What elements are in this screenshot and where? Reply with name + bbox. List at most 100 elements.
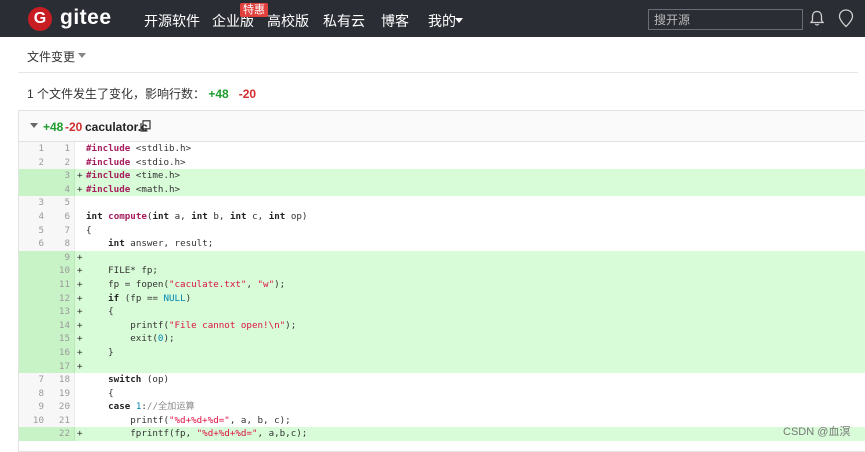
- nav-mine[interactable]: 我的: [428, 11, 456, 31]
- old-line-number[interactable]: [19, 292, 44, 306]
- new-line-number[interactable]: 22: [48, 427, 70, 441]
- code-text: int answer, result;: [108, 238, 214, 250]
- old-line-number[interactable]: 1: [19, 142, 44, 156]
- old-line-number[interactable]: [19, 360, 44, 374]
- added-marker: +: [77, 306, 83, 318]
- old-line-number[interactable]: [19, 319, 44, 333]
- code-text: FILE* fp;: [86, 265, 158, 277]
- new-line-number[interactable]: 8: [48, 237, 70, 251]
- diff-toolbar: 文件变更: [18, 38, 858, 73]
- old-line-number[interactable]: 9: [19, 400, 44, 414]
- old-line-number[interactable]: [19, 427, 44, 441]
- old-line-number[interactable]: [19, 332, 44, 346]
- diff-line-added: 16 + }: [19, 345, 865, 360]
- diff-line-added: 14 + printf("File cannot open!\n");: [19, 318, 865, 333]
- old-line-number[interactable]: 8: [19, 387, 44, 401]
- old-line-number[interactable]: [19, 183, 44, 197]
- diff-line-added: 12 + if (fp == NULL): [19, 291, 865, 306]
- added-marker: +: [77, 346, 83, 358]
- new-line-number[interactable]: 13: [48, 305, 70, 319]
- code-text: printf("%d+%d+%d=", a, b, c);: [86, 414, 291, 426]
- nav-open-source[interactable]: 开源软件: [144, 11, 200, 31]
- collapse-caret-icon[interactable]: [30, 123, 38, 128]
- new-line-number[interactable]: 19: [48, 387, 70, 401]
- new-line-number[interactable]: 6: [48, 210, 70, 224]
- new-line-number[interactable]: 3: [48, 169, 70, 183]
- file-removed-count: -20: [65, 120, 83, 134]
- new-line-number[interactable]: 14: [48, 319, 70, 333]
- code-text: fprintf(fp, "%d+%d+%d=", a,b,c);: [86, 428, 308, 440]
- new-line-number[interactable]: 10: [48, 264, 70, 278]
- location-pin-icon[interactable]: [838, 9, 854, 28]
- new-line-number[interactable]: 1: [48, 142, 70, 156]
- new-line-number[interactable]: 11: [48, 278, 70, 292]
- nav-blog[interactable]: 博客: [381, 11, 409, 31]
- file-changes-dropdown[interactable]: 文件变更: [27, 48, 75, 65]
- added-marker: +: [77, 265, 83, 277]
- diff-line-added: 10 + FILE* fp;: [19, 264, 865, 278]
- new-line-number[interactable]: 16: [48, 346, 70, 360]
- new-line-number[interactable]: 15: [48, 332, 70, 346]
- diff-line-context: 5 7 {: [19, 223, 865, 238]
- caret-down-icon[interactable]: [78, 53, 86, 58]
- new-line-number[interactable]: 21: [48, 414, 70, 428]
- code-text: fp = fopen("caculate.txt", "w");: [86, 278, 286, 290]
- old-line-number[interactable]: [19, 346, 44, 360]
- top-navbar: G gitee 开源软件 企业版 特惠 高校版 私有云 博客 我的: [0, 0, 865, 37]
- old-line-number[interactable]: 3: [19, 196, 44, 210]
- search-input[interactable]: [648, 9, 803, 30]
- watermark: CSDN @血溟: [783, 426, 851, 438]
- nav-private-cloud[interactable]: 私有云: [323, 11, 365, 31]
- added-marker: +: [77, 251, 83, 263]
- code-text: {: [86, 387, 114, 399]
- old-line-number[interactable]: 7: [19, 373, 44, 387]
- diff-line-added: 15 + exit(0);: [19, 332, 865, 346]
- new-line-number[interactable]: 7: [48, 224, 70, 238]
- added-marker: +: [77, 319, 83, 331]
- bell-icon[interactable]: [809, 10, 825, 27]
- file-added-count: +48: [43, 120, 64, 134]
- old-line-number[interactable]: [19, 305, 44, 319]
- diff-line-context: 4 6 int compute(int a, int b, int c, int o…: [19, 209, 865, 224]
- old-line-number[interactable]: [19, 264, 44, 278]
- new-line-number[interactable]: 9: [48, 251, 70, 265]
- new-line-number[interactable]: 18: [48, 373, 70, 387]
- old-line-number[interactable]: 10: [19, 414, 44, 428]
- new-line-number[interactable]: 12: [48, 292, 70, 306]
- diff-line-context: 8 19 {: [19, 386, 865, 401]
- summary-text: 1 个文件发生了变化，影响行数：: [27, 87, 206, 101]
- diff-summary: 1 个文件发生了变化，影响行数： +48 -20: [27, 85, 256, 102]
- summary-removed: -20: [238, 87, 257, 101]
- file-diff: +48 -20 caculator.c 1 1 #include <stdlib.h…: [18, 110, 865, 452]
- new-line-number[interactable]: 4: [48, 183, 70, 197]
- code-text: #include <math.h>: [86, 183, 181, 195]
- gitee-logo-icon[interactable]: G: [28, 7, 52, 31]
- diff-line-added: 9 +: [19, 250, 865, 265]
- new-line-number[interactable]: 17: [48, 360, 70, 374]
- file-name[interactable]: caculator.c: [85, 120, 148, 134]
- diff-line-context: 2 2 #include <stdio.h>: [19, 155, 865, 170]
- brand-name[interactable]: gitee: [60, 6, 112, 30]
- code-text: switch (op): [108, 374, 170, 386]
- added-marker: +: [77, 278, 83, 290]
- old-line-number[interactable]: [19, 251, 44, 265]
- summary-added: +48: [208, 87, 229, 101]
- diff-line-context: 1 1 #include <stdlib.h>: [19, 142, 865, 156]
- old-line-number[interactable]: 4: [19, 210, 44, 224]
- code-text: exit(0);: [86, 333, 175, 345]
- new-line-number[interactable]: 2: [48, 156, 70, 170]
- old-line-number[interactable]: [19, 169, 44, 183]
- new-line-number[interactable]: 5: [48, 196, 70, 210]
- old-line-number[interactable]: 6: [19, 237, 44, 251]
- nav-university[interactable]: 高校版: [267, 11, 309, 31]
- copy-icon[interactable]: [140, 120, 151, 132]
- file-diff-header[interactable]: +48 -20 caculator.c: [19, 111, 865, 142]
- old-line-number[interactable]: 5: [19, 224, 44, 238]
- new-line-number[interactable]: 20: [48, 400, 70, 414]
- diff-line-added: 17 +: [19, 359, 865, 374]
- diff-line-added: 3 + #include <time.h>: [19, 169, 865, 183]
- diff-line-context: 10 21 printf("%d+%d+%d=", a, b, c);: [19, 413, 865, 428]
- old-line-number[interactable]: 2: [19, 156, 44, 170]
- code-text: printf("File cannot open!\n");: [86, 319, 297, 331]
- old-line-number[interactable]: [19, 278, 44, 292]
